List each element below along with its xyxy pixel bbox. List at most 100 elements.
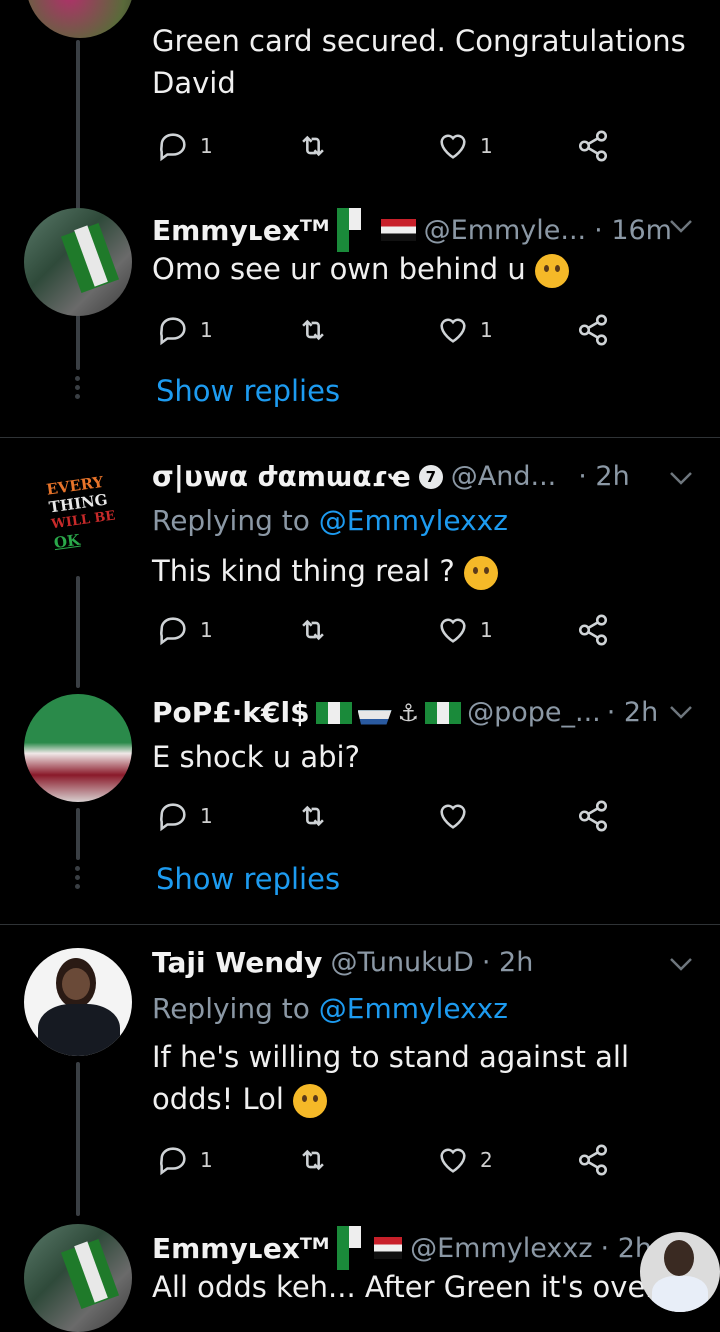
floating-avatar[interactable] [640,1232,720,1312]
replying-to: Replying to @Emmylexxz [152,504,508,537]
share-button[interactable] [576,1140,610,1180]
reply-icon [160,803,186,832]
timestamp: · 2h [481,947,534,978]
show-replies-link[interactable]: Show replies [156,374,340,408]
retweet-button[interactable] [296,610,330,650]
flag-icon [337,1226,365,1270]
tweet-body: E shock u abi? [152,740,360,774]
replying-to-handle[interactable]: @Emmylexxz [319,992,508,1025]
tweet-header: Emmyʟexᵀᴹ @Emmylexxz · 2h [152,1226,652,1270]
reply-count: 1 [200,134,213,158]
reply-count: 1 [200,804,213,828]
tweet-body: Omo see ur own behind u [152,248,692,290]
tweet-header: Taji Wendy @TunukuD · 2h [152,946,672,979]
share-icon [578,314,608,346]
flag-icon [337,208,372,252]
badge-icon: 7 [418,464,443,489]
display-name[interactable]: PoP£·k€l$ [152,696,310,729]
replying-to-handle[interactable]: @Emmylexxz [319,504,508,537]
like-button[interactable]: 2 [436,1140,493,1180]
retweet-button[interactable] [296,126,330,166]
like-count: 1 [480,318,493,342]
like-button[interactable]: 1 [436,126,493,166]
flushed-face-emoji [463,556,498,590]
display-name[interactable]: Taji Wendy [152,946,322,979]
tweet-body: If he's willing to stand against all odd… [152,1036,672,1120]
like-button[interactable] [436,796,480,836]
retweet-icon [302,135,324,157]
like-count: 1 [480,134,493,158]
display-name[interactable]: Emmyʟexᵀᴹ [152,214,329,247]
reply-count: 1 [200,618,213,642]
retweet-button[interactable] [296,796,330,836]
thread-line [76,808,80,860]
reply-icon [160,133,186,162]
like-count: 2 [480,1148,493,1172]
share-icon [578,800,608,832]
like-icon [440,618,466,643]
avatar[interactable] [24,694,132,802]
replying-to: Replying to @Emmylexxz [152,992,508,1025]
tears-of-joy-emoji [293,1084,328,1118]
share-button[interactable] [576,796,610,836]
share-button[interactable] [576,610,610,650]
retweet-button[interactable] [296,310,330,350]
share-icon [578,130,608,162]
retweet-button[interactable] [296,1140,330,1180]
show-replies-link[interactable]: Show replies [156,862,340,896]
thread-dots [75,376,81,403]
reply-button[interactable]: 1 [156,126,213,166]
share-icon [578,614,608,646]
replying-to-label: Replying to [152,992,310,1025]
timestamp: · 16m [594,214,672,246]
chevron-down-icon[interactable] [668,704,694,720]
reply-button[interactable]: 1 [156,796,213,836]
timestamp: · 2h [578,461,630,492]
like-button[interactable]: 1 [436,610,493,650]
action-bar: 1 1 [152,126,622,166]
user-handle[interactable]: @Emmylexxz [410,1233,592,1264]
flag-icon [373,1237,403,1259]
action-bar: 1 1 [152,610,622,650]
chevron-down-icon[interactable] [668,470,694,486]
tweet-body: Green card secured. Congratulations Davi… [152,24,686,100]
avatar[interactable]: EVERY THING WILL BE OK [24,462,132,570]
replying-to-label: Replying to [152,504,310,537]
display-name[interactable]: Emmyʟexᵀᴹ [152,1232,329,1265]
divider [0,437,720,438]
divider [0,924,720,925]
user-handle[interactable]: @And... [451,461,556,492]
thread-line [76,1062,80,1216]
timestamp: · 2h [606,697,659,728]
flag-icon [380,219,416,241]
chevron-down-icon[interactable] [668,956,694,972]
avatar[interactable] [24,948,132,1056]
tweet-header: Emmyʟexᵀᴹ @Emmyle... · 16m [152,208,672,252]
reply-icon [160,317,186,346]
user-handle[interactable]: @Emmyle... [424,215,587,246]
reply-button[interactable]: 1 [156,1140,213,1180]
reply-icon [160,1147,186,1176]
reply-button[interactable]: 1 [156,310,213,350]
user-handle[interactable]: @pope_... [467,697,601,728]
avatar[interactable] [26,0,134,38]
retweet-icon [302,1149,324,1171]
like-icon [440,1148,466,1173]
reply-button[interactable]: 1 [156,610,213,650]
avatar[interactable] [24,1224,132,1332]
reply-icon [160,617,186,646]
share-button[interactable] [576,126,610,166]
chevron-down-icon[interactable] [668,218,694,234]
tweet-text: This kind thing real ? [152,554,455,588]
user-handle[interactable]: @TunukuD [330,947,473,978]
share-button[interactable] [576,310,610,350]
like-button[interactable]: 1 [436,310,493,350]
thread-line [76,576,80,688]
display-name[interactable]: σ|υwα ժαmաαɾҽ [152,460,411,493]
retweet-icon [302,805,324,827]
thread-line [76,40,80,370]
avatar[interactable] [24,208,132,316]
thread-dots [75,866,81,893]
tweet-body: All odds keh... After Green it's over [152,1270,652,1304]
reply-count: 1 [200,1148,213,1172]
